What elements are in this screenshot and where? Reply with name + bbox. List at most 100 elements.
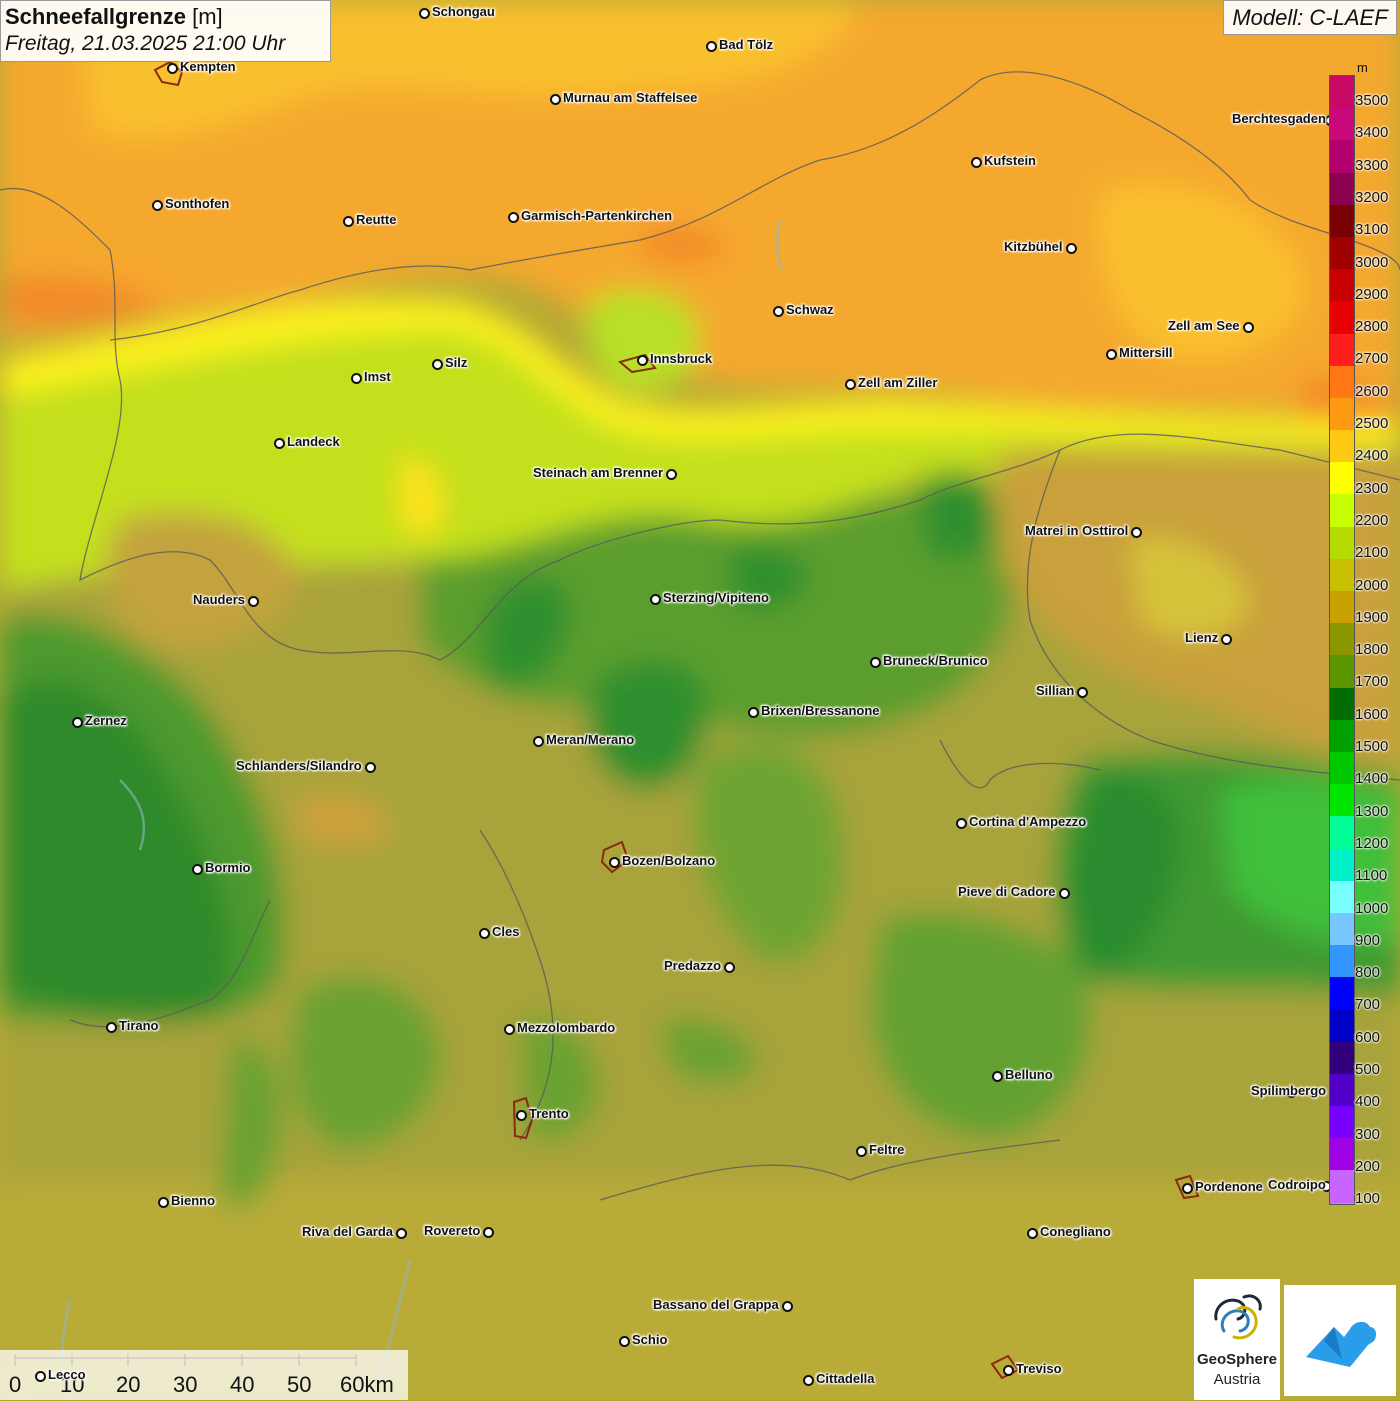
city-label: Bassano del Grappa <box>653 1297 779 1312</box>
legend-swatch <box>1330 591 1354 624</box>
legend-swatch <box>1330 719 1354 752</box>
legend-swatch <box>1330 172 1354 205</box>
city-label: Schlanders/Silandro <box>236 758 362 773</box>
legend-value-label: 800 <box>1355 964 1381 982</box>
city-marker-icon <box>1077 687 1088 698</box>
city-marker-icon <box>158 1197 169 1208</box>
city-marker-icon <box>508 212 519 223</box>
legend-value-label: 3100 <box>1355 221 1389 239</box>
city-label: Imst <box>364 369 391 384</box>
city-label: Matrei in Osttirol <box>1025 523 1129 538</box>
legend-value-label: 3500 <box>1355 92 1389 109</box>
mountain-cloud-icon <box>1306 1321 1377 1367</box>
city-marker-icon <box>274 438 285 449</box>
legend-swatch <box>1330 1009 1354 1042</box>
legend-value-label: 500 <box>1355 1061 1381 1078</box>
city-marker-icon <box>533 736 544 747</box>
legend-value-label: 600 <box>1355 1028 1381 1046</box>
parameter-unit: [m] <box>192 4 223 29</box>
city-label: Schwaz <box>786 302 834 317</box>
city-label: Zernez <box>85 713 127 728</box>
geosphere-swirl-icon <box>1214 1294 1262 1340</box>
legend-value-label: 1500 <box>1355 738 1389 755</box>
city-label: Garmisch-Partenkirchen <box>521 208 673 223</box>
city-marker-icon <box>724 962 735 973</box>
legend-value-label: 1400 <box>1355 770 1389 788</box>
legend-value-label: 2700 <box>1355 350 1389 368</box>
city-marker-icon <box>1131 527 1142 538</box>
legend-swatch <box>1330 397 1354 431</box>
city-label: Kufstein <box>984 153 1036 168</box>
city-label: Reutte <box>356 212 397 227</box>
legend-value-label: 1800 <box>1355 641 1389 659</box>
legend-swatch <box>1330 977 1354 1010</box>
legend-value-label: 2800 <box>1355 318 1389 336</box>
scale-bar-label: 60km <box>340 1372 394 1397</box>
city-label: Cittadella <box>816 1371 875 1386</box>
legend-swatch <box>1330 1106 1354 1139</box>
legend-value-label: 200 <box>1355 1157 1381 1175</box>
legend-swatch <box>1330 462 1354 495</box>
city-marker-icon <box>1221 634 1232 645</box>
city-marker-icon <box>192 864 203 875</box>
legend-value-label: 1200 <box>1355 834 1389 852</box>
legend-value-label: 1600 <box>1355 705 1389 723</box>
city-marker-icon <box>803 1375 814 1386</box>
city-marker-icon <box>748 707 759 718</box>
city-label: Bienno <box>171 1193 216 1208</box>
city-label: Rovereto <box>424 1223 481 1238</box>
legend-value-label: 2400 <box>1355 447 1389 465</box>
city-label: Kitzbühel <box>1004 239 1063 254</box>
city-label: Schio <box>632 1332 668 1347</box>
title-panel: Schneefallgrenze [m] Freitag, 21.03.2025… <box>0 0 331 62</box>
legend-value-label: 900 <box>1355 931 1381 949</box>
legend-unit: m <box>1357 60 1368 75</box>
city-marker-icon <box>870 657 881 668</box>
legend-swatch <box>1330 945 1354 978</box>
legend-value-label: 2200 <box>1355 511 1389 529</box>
city-marker-icon <box>619 1336 630 1347</box>
legend-swatch <box>1330 1041 1354 1074</box>
legend-value-label: 1700 <box>1355 673 1389 691</box>
legend-swatch <box>1330 880 1354 913</box>
legend-value-label: 2600 <box>1355 382 1389 400</box>
city-label: Mezzolombardo <box>517 1020 616 1035</box>
city-marker-icon <box>1066 243 1077 254</box>
city-label: Sillian <box>1036 683 1075 698</box>
city-marker-icon <box>956 818 967 829</box>
city-marker-icon <box>351 373 362 384</box>
legend-swatch <box>1330 204 1354 237</box>
map-title: Schneefallgrenze [m] <box>5 4 326 30</box>
city-marker-icon <box>35 1371 46 1382</box>
legend-value-label: 2500 <box>1355 415 1389 432</box>
legend-value-label: 3000 <box>1355 253 1389 271</box>
legend-swatch <box>1330 1170 1354 1203</box>
city-label: Feltre <box>869 1142 905 1157</box>
city-marker-icon <box>343 216 354 227</box>
city-marker-icon <box>1182 1183 1193 1194</box>
city-label: Pieve di Cadore <box>958 884 1056 899</box>
city-label: Lecco <box>48 1367 86 1382</box>
city-marker-icon <box>365 762 376 773</box>
legend-value-label: 100 <box>1355 1190 1381 1208</box>
city-marker-icon <box>971 157 982 168</box>
city-marker-icon <box>609 857 620 868</box>
city-marker-icon <box>419 8 430 19</box>
geosphere-name: GeoSphere <box>1196 1351 1278 1368</box>
legend-value-label: 1000 <box>1355 899 1389 917</box>
legend-swatch <box>1330 784 1354 817</box>
city-label: Sterzing/Vipiteno <box>663 590 769 605</box>
legend-value-label: 2900 <box>1355 285 1389 303</box>
scale-bar-label: 30 <box>173 1372 198 1397</box>
legend-swatch <box>1330 269 1354 302</box>
scale-bar-label: 40 <box>230 1372 255 1397</box>
scale-bar-label: 20 <box>116 1372 141 1397</box>
city-label: Brixen/Bressanone <box>761 703 880 718</box>
city-label: Mittersill <box>1119 345 1173 360</box>
city-marker-icon <box>845 379 856 390</box>
city-label: Zell am See <box>1168 318 1240 333</box>
geosphere-country: Austria <box>1213 1371 1261 1388</box>
legend-swatch <box>1330 1138 1354 1171</box>
city-marker-icon <box>637 355 648 366</box>
city-marker-icon <box>1003 1365 1014 1376</box>
